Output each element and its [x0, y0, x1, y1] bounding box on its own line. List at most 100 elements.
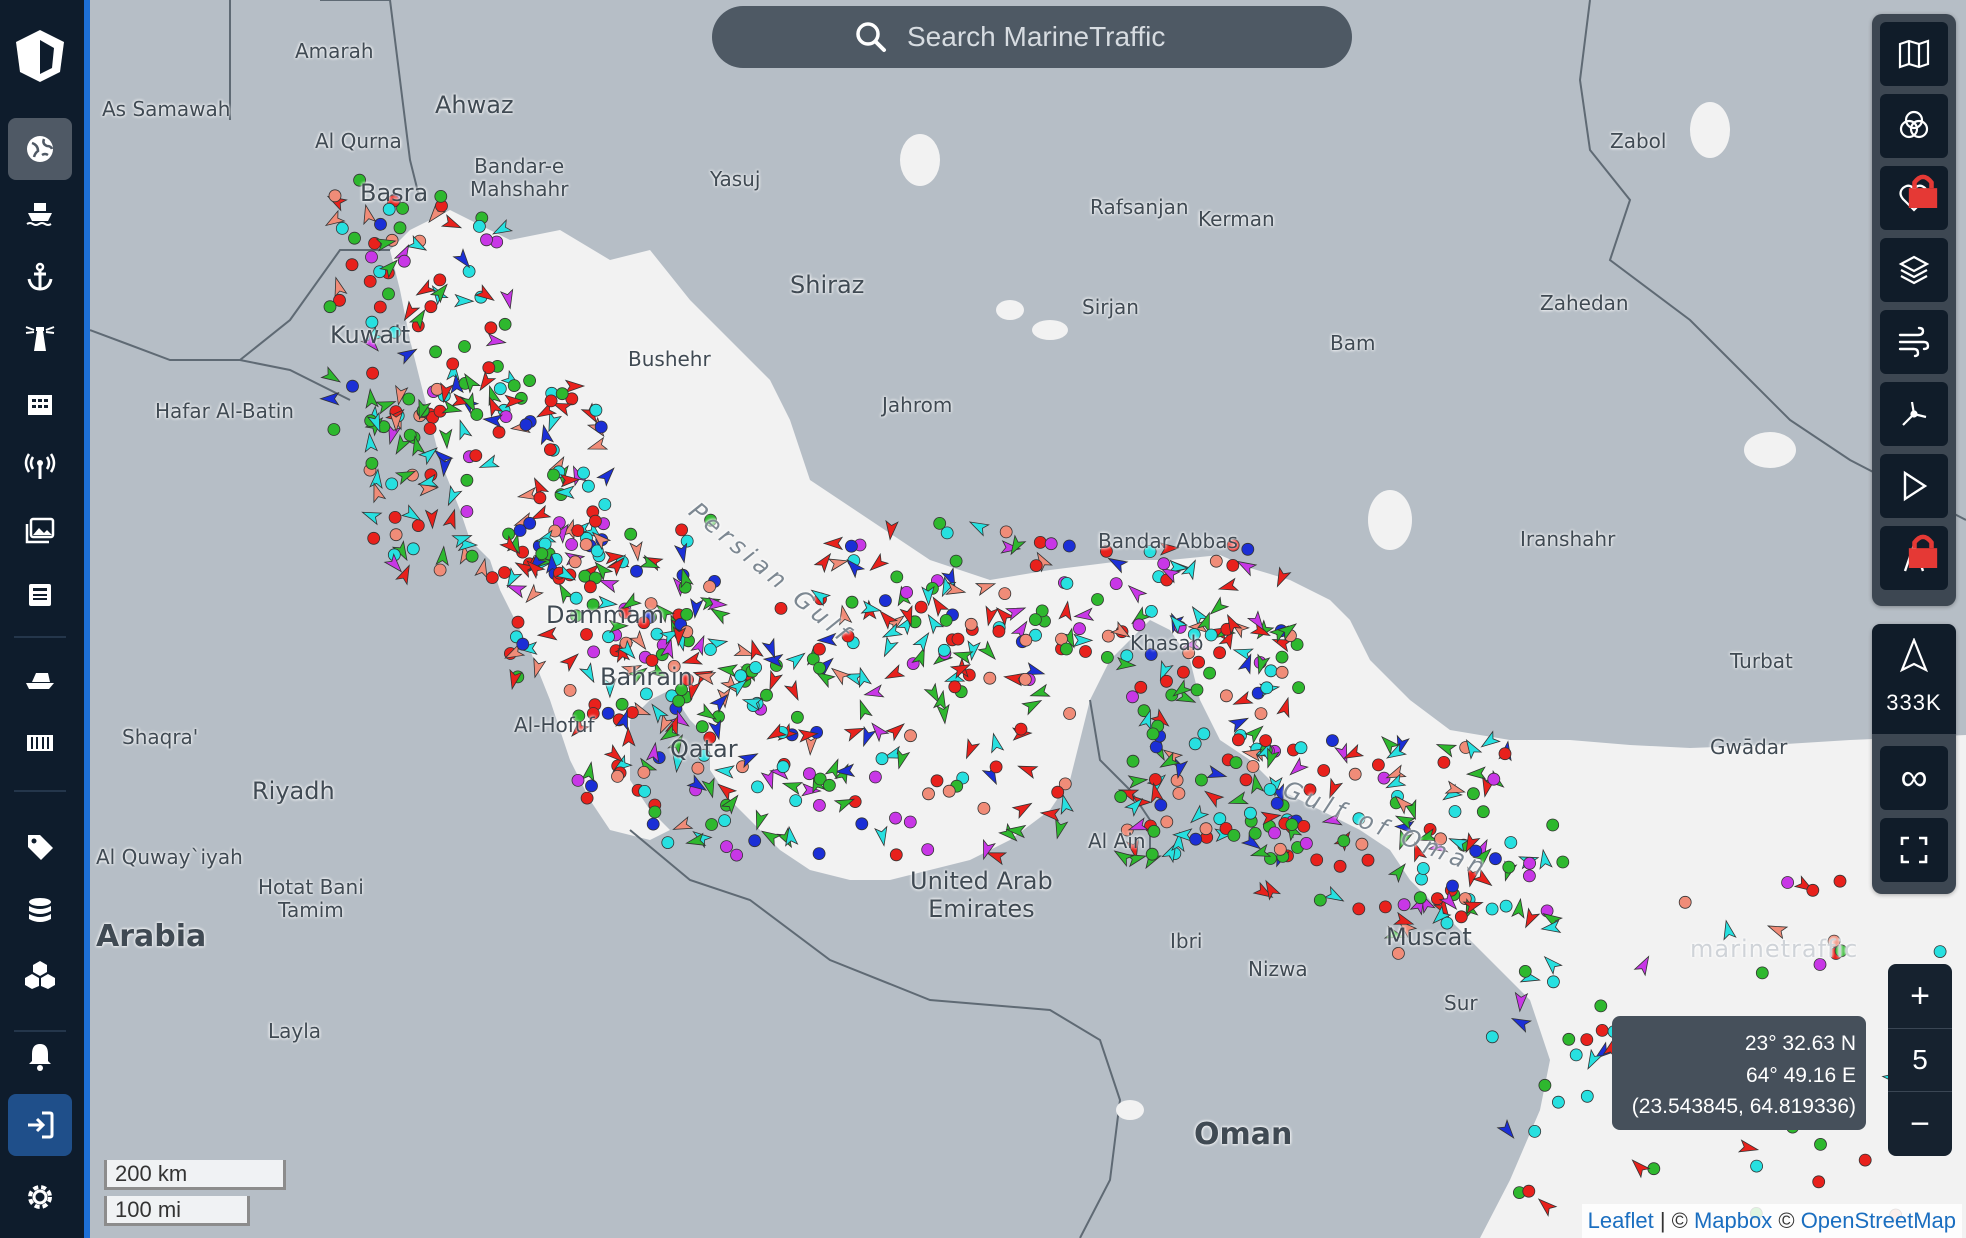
sidebar-item-tags[interactable] [8, 816, 72, 878]
vessel-marker-moored[interactable] [544, 394, 558, 408]
vessel-marker-moored[interactable] [1019, 633, 1033, 647]
vessel-marker-moored[interactable] [1044, 537, 1058, 551]
vessel-marker-moored[interactable] [388, 511, 402, 524]
vessel-marker-moored[interactable] [1275, 650, 1289, 664]
vessel-marker-moored[interactable] [983, 671, 997, 685]
vessel-marker-moored[interactable] [411, 519, 425, 532]
vessel-marker-moored[interactable] [1172, 787, 1186, 800]
vessel-marker-moored[interactable] [813, 661, 826, 675]
vessel-marker-moored[interactable] [1203, 666, 1216, 680]
vessel-marker-moored[interactable] [1192, 655, 1205, 669]
vessel-marker-moored[interactable] [1538, 1078, 1552, 1092]
vessel-marker-moored[interactable] [346, 379, 359, 393]
vessel-marker-moored[interactable] [705, 818, 718, 831]
vessel-marker-moored[interactable] [1260, 681, 1274, 695]
vessel-marker-moored[interactable] [493, 382, 507, 396]
vessel-marker-moored[interactable] [507, 379, 521, 393]
vessel-marker-moored[interactable] [1678, 895, 1692, 909]
vessel-marker-moored[interactable] [1297, 820, 1311, 833]
vessel-marker-moored[interactable] [1781, 876, 1794, 889]
vessel-marker-moored[interactable] [646, 817, 660, 831]
vessel-marker-moored[interactable] [937, 643, 951, 657]
vessel-marker-moored[interactable] [1467, 787, 1480, 801]
vessel-marker-moored[interactable] [423, 422, 437, 435]
vessel-marker-moored[interactable] [1379, 900, 1392, 914]
vessel-marker-moored[interactable] [1029, 613, 1042, 626]
playback-button[interactable] [1880, 454, 1948, 518]
marinetraffic-logo[interactable] [12, 28, 68, 84]
vessel-marker-moored[interactable] [638, 785, 651, 798]
vessel-marker-moored[interactable] [845, 595, 859, 609]
vessel-marker-moored[interactable] [680, 534, 694, 548]
vessel-marker-moored[interactable] [1060, 577, 1074, 590]
vessel-marker-moored[interactable] [922, 787, 935, 801]
vessel-marker-moored[interactable] [760, 688, 773, 702]
vessel-marker-moored[interactable] [615, 697, 629, 711]
vessel-marker-moored[interactable] [1454, 910, 1468, 924]
vessel-marker-moored[interactable] [543, 443, 557, 457]
vessel-marker-moored[interactable] [1326, 734, 1339, 747]
vessel-marker-moored[interactable] [1858, 1153, 1872, 1167]
vessel-marker-moored[interactable] [1014, 722, 1028, 736]
vessel-marker-moored[interactable] [460, 505, 474, 518]
sidebar-item-vessels[interactable] [8, 182, 72, 244]
vessel-marker-moored[interactable] [523, 374, 537, 388]
vessel-marker-moored[interactable] [365, 456, 379, 470]
vessel-marker-moored[interactable] [406, 542, 420, 556]
sidebar-item-news[interactable] [8, 564, 72, 626]
vessel-marker-moored[interactable] [519, 418, 533, 432]
vessel-marker-moored[interactable] [1062, 539, 1076, 553]
vessel-marker-moored[interactable] [1275, 665, 1289, 679]
vessel-marker-moored[interactable] [1377, 771, 1391, 785]
vessel-count-panel[interactable]: 333K [1872, 624, 1956, 734]
vessel-marker-moored[interactable] [1317, 764, 1331, 777]
vessel-marker-moored[interactable] [585, 779, 598, 793]
sidebar-item-integrations[interactable] [8, 944, 72, 1006]
vessel-marker-moored[interactable] [516, 637, 530, 651]
vessel-marker-moored[interactable] [611, 770, 624, 783]
vessel-marker-moored[interactable] [879, 594, 892, 607]
vessel-marker-moored[interactable] [675, 523, 688, 537]
osm-link[interactable]: OpenStreetMap [1801, 1208, 1956, 1233]
sidebar-item-stations[interactable] [8, 436, 72, 498]
vessel-marker-moored[interactable] [402, 392, 416, 406]
vessel-marker-moored[interactable] [949, 554, 963, 568]
vessel-marker-moored[interactable] [1160, 815, 1174, 829]
vessel-marker-moored[interactable] [547, 468, 560, 482]
vessel-marker-moored[interactable] [499, 410, 513, 424]
vessel-marker-moored[interactable] [904, 729, 917, 743]
vessel-marker-moored[interactable] [1195, 773, 1208, 787]
vessel-marker-moored[interactable] [718, 814, 731, 827]
vessel-marker-moored[interactable] [498, 566, 511, 579]
vessel-marker-moored[interactable] [977, 802, 991, 815]
vessel-marker-moored[interactable] [1029, 559, 1043, 572]
vessel-marker-moored[interactable] [568, 555, 582, 569]
vessel-marker-moored[interactable] [1352, 902, 1366, 916]
vessel-marker-moored[interactable] [511, 615, 525, 629]
vessel-marker-moored[interactable] [1476, 805, 1490, 819]
sidebar-item-companies[interactable] [8, 372, 72, 434]
vessel-marker-moored[interactable] [1431, 892, 1444, 906]
vessel-marker-moored[interactable] [393, 221, 407, 235]
vessel-marker-moored[interactable] [434, 189, 448, 203]
weather-button[interactable] [1880, 310, 1948, 374]
vessel-marker-moored[interactable] [1522, 1184, 1536, 1198]
vessel-marker-moored[interactable] [1227, 829, 1241, 842]
vessel-marker-moored[interactable] [992, 624, 1006, 638]
vessel-marker-moored[interactable] [1259, 734, 1272, 747]
vessel-marker-moored[interactable] [1199, 822, 1213, 836]
vessel-marker-moored[interactable] [1933, 945, 1947, 958]
leaflet-link[interactable]: Leaflet [1588, 1208, 1654, 1233]
vessel-marker-moored[interactable] [1448, 805, 1462, 818]
vessel-marker-moored[interactable] [1204, 628, 1218, 642]
vessel-marker-moored[interactable] [1188, 737, 1202, 751]
vessel-marker-moored[interactable] [1413, 891, 1427, 905]
vessel-marker-moored[interactable] [433, 273, 447, 287]
vessel-marker-moored[interactable] [875, 752, 889, 766]
vessel-marker-moored[interactable] [1348, 767, 1362, 781]
vessel-marker-moored[interactable] [1833, 874, 1847, 888]
vessel-marker-moored[interactable] [672, 694, 686, 708]
vessel-marker-moored[interactable] [480, 233, 493, 247]
vessel-marker-moored[interactable] [889, 811, 902, 825]
vessel-marker-moored[interactable] [855, 817, 869, 831]
